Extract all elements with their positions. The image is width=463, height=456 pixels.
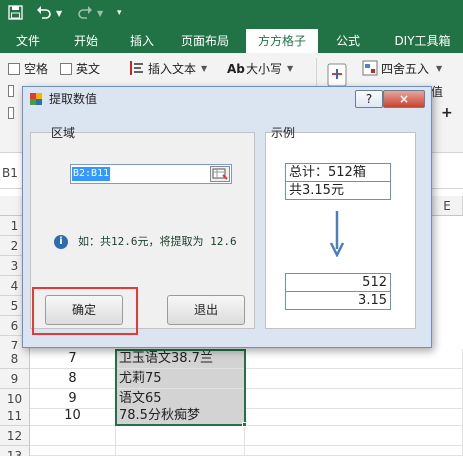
checkbox-space-label: 空格 (24, 62, 49, 76)
extract-icon (326, 62, 350, 88)
cell-c11[interactable] (245, 406, 463, 426)
cell-a9[interactable]: 8 (30, 369, 116, 389)
row-header-12[interactable]: 12 (0, 426, 30, 446)
dialog-title-bar[interactable]: 提取数值 ? × (23, 87, 431, 111)
round-icon (362, 60, 378, 76)
info-icon: i (54, 235, 68, 249)
ribbon-checkbox-partial-2[interactable] (8, 107, 14, 119)
values-partial-label: 值 (431, 85, 444, 99)
example-output-2: 3.15 (285, 291, 391, 310)
fill-handle[interactable] (242, 422, 247, 427)
example-output-1: 512 (285, 273, 391, 292)
tab-insert[interactable]: 插入 (120, 29, 164, 53)
cell-c12[interactable] (245, 426, 463, 446)
add-icon[interactable]: + (441, 105, 453, 121)
case-button[interactable]: 大小写 (246, 61, 282, 77)
customize-qat-icon[interactable]: ▾ (117, 0, 122, 27)
cell-c8[interactable] (245, 349, 463, 369)
redo-icon[interactable] (77, 4, 93, 20)
column-header-e[interactable]: E (432, 196, 463, 216)
cell-c9[interactable] (245, 369, 463, 389)
cell-b8[interactable]: 卫玉语文38.7兰 (116, 349, 245, 369)
redo-dropdown-icon[interactable]: ▼ (97, 0, 103, 27)
cell-a12[interactable] (30, 426, 116, 446)
tab-fangfang-gezi[interactable]: 方方格子 (246, 29, 318, 53)
tab-page-layout[interactable]: 页面布局 (172, 29, 238, 53)
tab-home[interactable]: 开始 (64, 29, 108, 53)
row-header-11[interactable]: 11 (0, 406, 30, 426)
example-input-1: 总计：512箱 (285, 163, 391, 182)
row-header-9[interactable]: 9 (0, 369, 30, 389)
undo-dropdown-icon[interactable]: ▼ (56, 0, 62, 27)
cell-a8[interactable]: 7 (30, 349, 116, 369)
insert-text-button[interactable]: 插入文本 (148, 61, 196, 77)
case-dropdown-icon[interactable]: ▼ (287, 61, 293, 77)
example-label: 示例 (271, 126, 296, 140)
cell-b13[interactable] (116, 446, 245, 456)
dialog-close-button[interactable]: × (383, 90, 425, 108)
tab-diy-toolbox[interactable]: DIY工具箱 (382, 29, 463, 53)
example-input-2: 共3.15元 (285, 181, 391, 200)
row-header-13[interactable]: 13 (0, 446, 30, 456)
cell-c13[interactable] (245, 446, 463, 456)
cell-b9[interactable]: 尤莉75 (116, 369, 245, 389)
dialog-app-icon (30, 93, 42, 105)
round-button[interactable]: 四舍五入 (381, 61, 429, 77)
checkbox-space[interactable] (8, 63, 20, 75)
cell-a11[interactable]: 10 (30, 406, 116, 426)
range-input[interactable]: B2:B11 (70, 164, 232, 184)
name-box[interactable]: B1 (2, 164, 24, 182)
tab-file[interactable]: 文件 (6, 29, 50, 53)
checkbox-english[interactable] (60, 63, 72, 75)
dialog-help-button[interactable]: ? (355, 90, 383, 108)
checkbox-english-label: 英文 (76, 62, 101, 76)
dialog-title: 提取数值 (49, 92, 98, 106)
range-picker-icon[interactable] (210, 166, 230, 182)
insert-text-dropdown-icon[interactable]: ▼ (201, 61, 207, 77)
undo-icon[interactable] (36, 4, 52, 20)
row-header-8[interactable]: 8 (0, 349, 30, 369)
hint-text: 如：共12.6元，将提取为 12.6 (78, 235, 237, 248)
ok-button[interactable]: 确定 (45, 295, 123, 325)
round-dropdown-icon[interactable]: ▼ (436, 61, 442, 77)
save-icon[interactable] (8, 5, 23, 20)
down-arrow-icon (329, 211, 345, 258)
cell-b11[interactable]: 78.5分秋痴梦 (116, 406, 245, 426)
exit-button[interactable]: 退出 (167, 295, 245, 325)
extract-values-dialog: 提取数值 ? × 区域 B2:B11 i 如：共12.6元，将提取为 12.6 … (22, 86, 432, 348)
range-input-value: B2:B11 (72, 167, 111, 181)
region-label: 区域 (51, 126, 76, 140)
cell-b12[interactable] (116, 426, 245, 446)
title-bar (0, 0, 463, 27)
tab-formulas[interactable]: 公式 (326, 29, 370, 53)
insert-text-icon (128, 60, 144, 76)
cell-a13[interactable] (30, 446, 116, 456)
ribbon-checkbox-partial[interactable] (8, 85, 14, 97)
case-icon: Ab (227, 62, 245, 76)
